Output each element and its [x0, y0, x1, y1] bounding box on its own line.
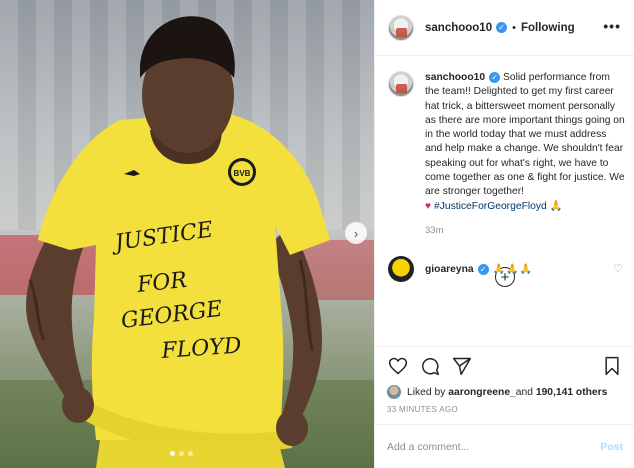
add-comment-bar: Add a comment... Post — [375, 424, 634, 468]
red-heart-icon: ♥ — [425, 200, 432, 212]
bookmark-icon[interactable] — [601, 355, 623, 377]
verified-badge-icon: ✓ — [477, 263, 489, 275]
chevron-right-icon: › — [353, 225, 359, 241]
player-illustration: BVB JUSTICE FOR GEORGE FLOYD — [26, 16, 330, 468]
avatar[interactable] — [388, 14, 414, 41]
post-header: sanchooo10 ✓ • Following ••• — [375, 0, 634, 56]
verified-badge-icon: ✓ — [489, 71, 501, 83]
post-photo[interactable]: BVB JUSTICE FOR GEORGE FLOYD › — [0, 0, 374, 468]
liked-by-user-link[interactable]: aarongreene_ — [448, 387, 516, 398]
post-timestamp: 33 MINUTES AGO — [387, 405, 458, 414]
pray-icon: 🙏 — [549, 200, 563, 212]
next-photo-button[interactable]: › — [345, 222, 367, 244]
separator-dot: • — [512, 21, 516, 34]
caption-time: 33m — [425, 224, 444, 236]
caption-text: Solid performance from the team!! Deligh… — [425, 72, 625, 198]
avatar[interactable] — [388, 71, 414, 97]
likes-count-link[interactable]: 190,141 others — [536, 387, 608, 398]
action-bar: Liked by aarongreene_ and 190,141 others… — [375, 346, 634, 414]
header-username[interactable]: sanchooo10 — [425, 22, 492, 34]
bvb-crest: BVB — [234, 169, 251, 178]
like-comment-icon[interactable]: ♡ — [613, 262, 623, 275]
comments-area: sanchooo10 ✓ Solid performance from the t… — [375, 57, 634, 347]
comment-text: 🙏🙏🙏 — [492, 263, 534, 275]
comment-username[interactable]: gioareyna — [425, 264, 474, 275]
hashtag-link[interactable]: #JusticeForGeorgeFloyd — [434, 201, 547, 212]
share-icon[interactable] — [451, 355, 473, 377]
verified-badge-icon: ✓ — [496, 22, 508, 33]
following-button[interactable]: Following — [521, 22, 575, 34]
shirt-text-line: FOR — [135, 268, 188, 298]
heart-icon[interactable] — [387, 355, 409, 377]
avatar — [387, 385, 401, 399]
likes-prefix: Liked by — [407, 386, 446, 398]
carousel-dots — [170, 451, 193, 456]
likes-summary: Liked by aarongreene_ and 190,141 others — [387, 385, 623, 399]
comment-input[interactable]: Add a comment... — [387, 441, 600, 453]
caption-username[interactable]: sanchooo10 — [425, 72, 485, 83]
caption: sanchooo10 ✓ Solid performance from the t… — [388, 71, 625, 238]
avatar[interactable] — [388, 256, 414, 282]
likes-middle: and — [515, 386, 533, 398]
post-panel: sanchooo10 ✓ • Following ••• sanchooo10 ✓… — [374, 0, 634, 468]
comment-item: gioareyna ✓ 🙏🙏🙏 ♡ — [388, 256, 623, 282]
post-comment-button[interactable]: Post — [600, 441, 623, 453]
carousel-dot-active — [170, 451, 175, 456]
carousel-dot — [188, 451, 193, 456]
carousel-dot — [179, 451, 184, 456]
more-options-icon[interactable]: ••• — [603, 18, 621, 34]
comment-icon[interactable] — [419, 355, 441, 377]
caption-body: sanchooo10 ✓ Solid performance from the t… — [425, 71, 625, 238]
